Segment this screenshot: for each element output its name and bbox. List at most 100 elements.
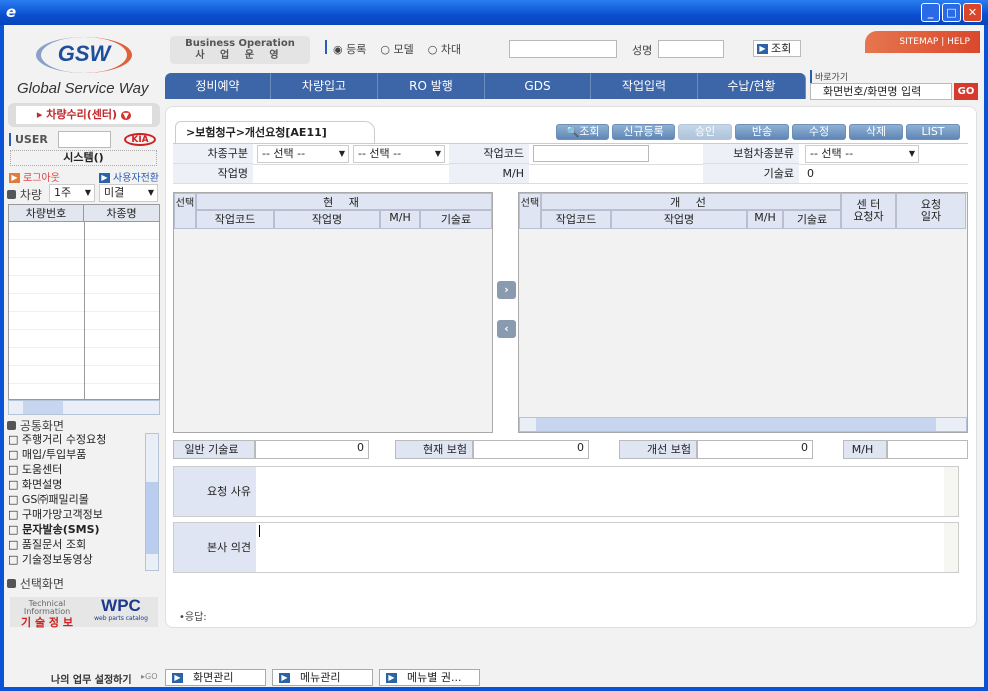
radio-register[interactable]: ◉ 등록: [333, 41, 366, 57]
tab-work-input[interactable]: 작업입력: [591, 73, 698, 99]
shortcut-input[interactable]: 화면번호/화면명 입력: [810, 83, 952, 100]
totals-row: 일반 기술료 0 현재 보험 0 개선 보험 0 M/H: [173, 440, 968, 459]
system-label: 시스템(): [10, 150, 157, 166]
logout-link[interactable]: ▶ 로그아웃: [9, 169, 60, 184]
help-link[interactable]: HELP: [947, 37, 970, 47]
move-right-button[interactable]: ›: [497, 281, 516, 299]
settings-go-link[interactable]: ▸GO: [141, 672, 158, 681]
general-fee-label: 일반 기술료: [173, 440, 255, 459]
week-select[interactable]: 1주: [49, 184, 95, 202]
insurance-class-select[interactable]: -- 선택 --: [805, 145, 919, 163]
module-selector[interactable]: ▸ 차량수리(센터) ▼: [16, 106, 152, 124]
opinion-scrollbar[interactable]: [944, 523, 958, 572]
tab-reservation[interactable]: 정비예약: [165, 73, 271, 99]
work-name-label: 작업명: [173, 164, 253, 183]
work-code-input[interactable]: [533, 145, 649, 162]
total-mh-value[interactable]: [887, 440, 968, 459]
menu-permission-button[interactable]: ▶ 메뉴별 권...: [379, 669, 480, 686]
work-name-value: [257, 164, 447, 183]
request-reason-row: 요청 사유: [173, 466, 959, 517]
menu-management-button[interactable]: ▶ 메뉴관리: [272, 669, 373, 686]
menu-screen-description[interactable]: □ 화면설명: [8, 477, 160, 492]
user-label: USER: [9, 133, 48, 146]
menu-mileage-request[interactable]: □ 주행거리 수정요청: [8, 432, 160, 447]
maximize-button[interactable]: □: [942, 3, 961, 22]
dropdown-icon: ▼: [120, 111, 132, 120]
common-screens-list: □ 주행거리 수정요청 □ 매입/투입부품 □ 도움센터 □ 화면설명 □ GS…: [8, 432, 160, 572]
current-insurance-value[interactable]: 0: [473, 440, 589, 459]
my-settings-label: 나의 업무 설정하기: [51, 675, 132, 686]
status-select[interactable]: 미결: [99, 184, 158, 202]
business-operation-ko: 사 업 운 영: [195, 50, 285, 61]
col-request-date: 요청 일자: [896, 193, 966, 229]
vehicle-table-hscrollbar[interactable]: [8, 400, 160, 415]
search-input[interactable]: [509, 40, 617, 58]
switch-user-link[interactable]: ▶ 사용자전환: [99, 169, 159, 184]
return-button[interactable]: 반송: [735, 124, 789, 140]
general-fee-value[interactable]: 0: [255, 440, 369, 459]
car-type-label: 차종구분: [173, 144, 253, 164]
improved-insurance-label: 개선 보험: [619, 440, 697, 459]
reply-label: •응답:: [179, 612, 207, 623]
menu-sms[interactable]: □ 문자발송(SMS): [8, 522, 160, 537]
common-list-vscrollbar[interactable]: [145, 433, 159, 571]
menu-tech-videos[interactable]: □ 기술정보동영상: [8, 552, 160, 567]
tab-payment-status[interactable]: 수납/현황: [698, 73, 806, 99]
breadcrumb: >보험청구>개선요청[AE11]: [175, 121, 375, 143]
arrow-icon: ▶: [172, 673, 183, 683]
new-button[interactable]: 신규등록: [612, 124, 675, 140]
edit-button[interactable]: 수정: [792, 124, 846, 140]
col-work-name: 작업명: [274, 210, 380, 229]
ie-icon: e: [6, 3, 17, 21]
toolbar: 🔍조회 신규등록 승인 반송 수정 삭제 LIST: [556, 124, 960, 140]
radio-model[interactable]: ○ 모델: [380, 41, 413, 57]
hq-opinion-textarea[interactable]: [258, 523, 940, 572]
col-vehicle-number: 차량번호: [9, 205, 84, 221]
arrow-icon: ▶: [279, 673, 290, 683]
tab-vehicle-entry[interactable]: 차량입고: [271, 73, 378, 99]
name-input[interactable]: [658, 40, 724, 58]
improved-insurance-value[interactable]: 0: [697, 440, 813, 459]
menu-quality-docs[interactable]: □ 품질문서 조회: [8, 537, 160, 552]
search-button[interactable]: ▶ 조회: [753, 40, 801, 57]
radio-chassis[interactable]: ○ 차대: [428, 41, 461, 57]
col-tech-fee: 기술료: [420, 210, 492, 229]
improved-table-hscrollbar[interactable]: [519, 417, 967, 432]
request-reason-label: 요청 사유: [174, 467, 256, 516]
vehicle-label: 차량: [7, 186, 42, 203]
minimize-button[interactable]: _: [921, 3, 940, 22]
search-button[interactable]: 🔍조회: [556, 124, 609, 140]
car-type-select-2[interactable]: -- 선택 --: [353, 145, 445, 163]
arrow-icon: ▶: [386, 673, 397, 683]
approve-button[interactable]: 승인: [678, 124, 732, 140]
wpc-link[interactable]: WPC web parts catalog: [84, 597, 158, 627]
group-improved: 개 선: [541, 193, 841, 210]
col-select: 선택: [519, 193, 541, 229]
close-button[interactable]: ✕: [963, 3, 982, 22]
col-select: 선택: [174, 193, 196, 229]
menu-parts-purchase[interactable]: □ 매입/투입부품: [8, 447, 160, 462]
list-button[interactable]: LIST: [906, 124, 960, 140]
tech-info-link[interactable]: Technical Information 기 술 정 보: [10, 597, 84, 630]
menu-prospect-info[interactable]: □ 구매가망고객정보: [8, 507, 160, 522]
menu-help-center[interactable]: □ 도움센터: [8, 462, 160, 477]
request-reason-textarea[interactable]: [258, 467, 940, 516]
menu-family-mall[interactable]: □ GS㈜패밀리몰: [8, 492, 160, 507]
move-left-button[interactable]: ‹: [497, 320, 516, 338]
delete-button[interactable]: 삭제: [849, 124, 903, 140]
screen-management-button[interactable]: ▶ 화면관리: [165, 669, 266, 686]
title-bar: e _ □ ✕: [0, 0, 988, 25]
tab-ro-issue[interactable]: RO 발행: [378, 73, 485, 99]
reason-scrollbar[interactable]: [944, 467, 958, 516]
col-center-requester: 센 터 요청자: [841, 193, 896, 229]
car-type-select-1[interactable]: -- 선택 --: [257, 145, 349, 163]
improved-work-table: 선택 개 선 작업코드 작업명 M/H 기술료 센 터 요청자 요청 일자: [518, 192, 968, 433]
name-label: 성명: [632, 44, 653, 57]
col-tech-fee: 기술료: [783, 210, 841, 229]
shortcut-go-button[interactable]: GO: [954, 83, 978, 100]
tab-gds[interactable]: GDS: [485, 73, 591, 99]
tech-fee-label: 기술료: [703, 164, 799, 183]
shortcut-label: 바로가기: [810, 70, 848, 83]
user-input[interactable]: [58, 131, 111, 148]
sitemap-link[interactable]: SITEMAP: [899, 37, 938, 47]
